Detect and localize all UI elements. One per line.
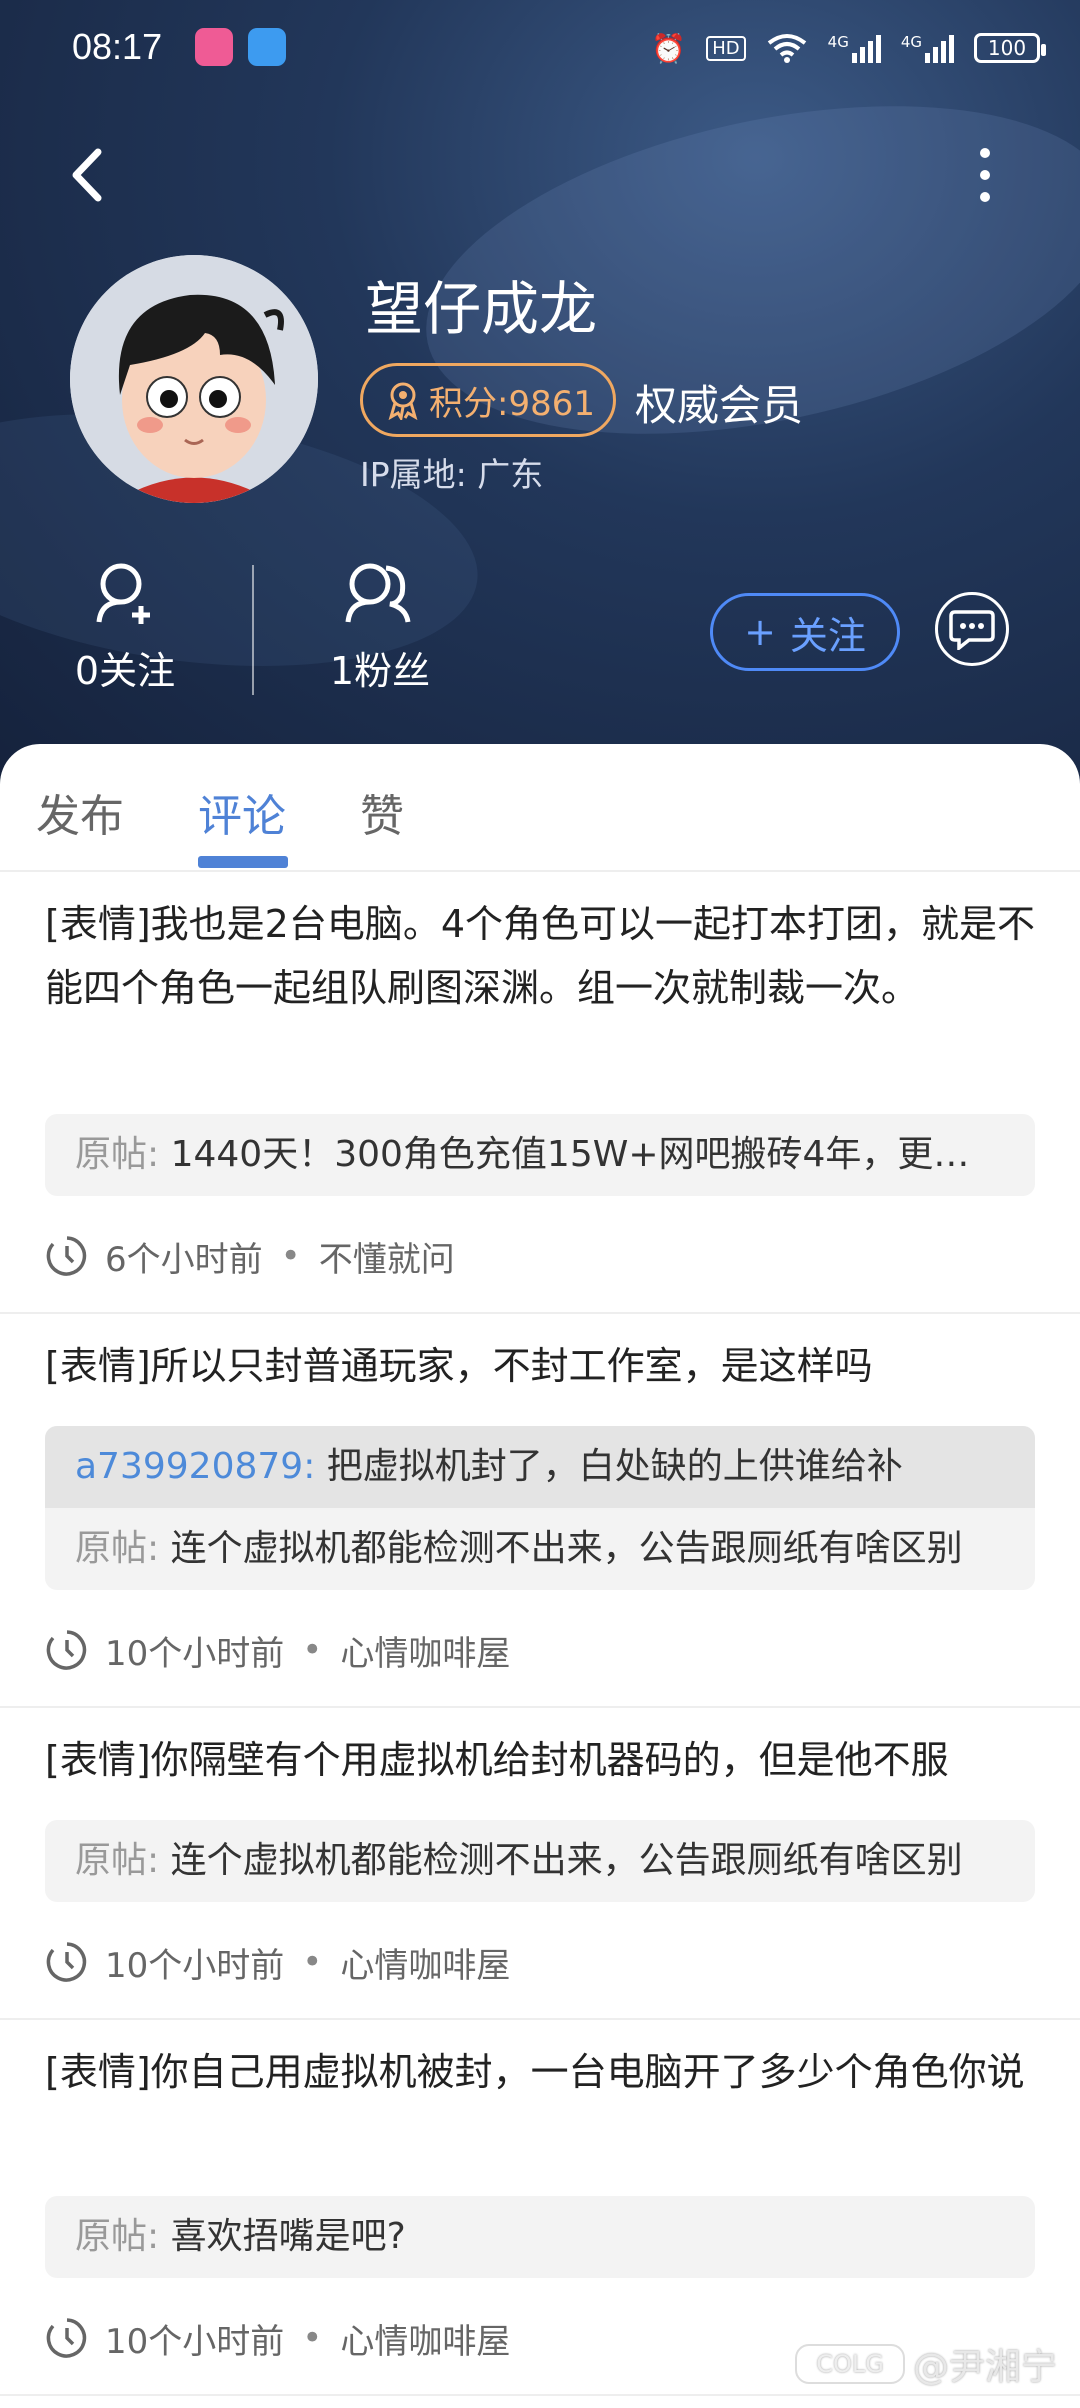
quote-prefix: 原帖: (75, 1134, 160, 1175)
stat-divider (252, 565, 254, 695)
original-post-quote[interactable]: 原帖: 连个虚拟机都能检测不出来，公告跟厕纸有啥区别 (45, 1820, 1035, 1902)
users-icon (345, 563, 411, 623)
cartoon-avatar-image (70, 255, 318, 503)
meta-separator: • (280, 1236, 301, 1276)
comment-item[interactable]: [表情]你隔壁有个用虚拟机给封机器码的，但是他不服 原帖: 连个虚拟机都能检测不… (0, 1708, 1080, 2020)
tab-comments[interactable]: 评论 (198, 780, 286, 844)
clock-icon (46, 1630, 87, 1670)
fans-stat[interactable]: 1粉丝 (310, 560, 450, 695)
more-dot-icon (980, 192, 990, 202)
more-options-button[interactable] (960, 140, 1010, 210)
follow-button-label: 关注 (789, 613, 866, 658)
watermark: COLG @尹湘宁 (795, 2338, 1057, 2390)
ip-location: IP属地: 广东 (360, 455, 544, 494)
battery-icon: 100 (974, 33, 1046, 63)
comment-board[interactable]: 心情咖啡屋 (340, 2314, 510, 2363)
comment-item[interactable]: [表情]我也是2台电脑。4个角色可以一起打本打团，就是不能四个角色一起组队刷图深… (0, 872, 1080, 1314)
comment-board[interactable]: 不懂就问 (319, 1232, 455, 1281)
comment-time: 10个小时前 (105, 1945, 285, 1986)
quote-text: 1440天！300角色充值15W+网吧搬砖4年，更新后被封号 (170, 1134, 1035, 1175)
meta-separator: • (302, 2318, 323, 2358)
comment-meta: 6个小时前 • 不懂就问 (45, 1232, 455, 1280)
quote-prefix: 原帖: (75, 1840, 160, 1881)
original-post-quote[interactable]: a739920879: 把虚拟机封了，白处缺的上供谁给补 原帖: 连个虚拟机都能… (45, 1426, 1035, 1590)
meta-separator: • (302, 1630, 323, 1670)
status-icons: ⏰ HD 4G 4G 100 (651, 26, 1046, 70)
original-post-quote[interactable]: 原帖: 1440天！300角色充值15W+网吧搬砖4年，更新后被封号 (45, 1114, 1035, 1196)
comment-time: 6个小时前 (105, 1239, 263, 1280)
quote-prefix: 原帖: (75, 1528, 160, 1569)
comment-board[interactable]: 心情咖啡屋 (340, 1626, 510, 1675)
status-bar: 08:17 ⏰ HD 4G 4G 100 (0, 0, 1080, 96)
comment-text: [表情]我也是2台电脑。4个角色可以一起打本打团，就是不能四个角色一起组队刷图深… (45, 902, 1036, 1010)
wifi-icon (767, 34, 806, 63)
clock-icon (46, 1942, 87, 1982)
score-value: 积分:9861 (429, 383, 595, 424)
following-count: 0关注 (74, 649, 176, 693)
quote-text: 连个虚拟机都能检测不出来，公告跟厕纸有啥区别 (170, 1840, 963, 1881)
signal-1-icon: 4G (828, 33, 881, 63)
alarm-icon: ⏰ (651, 31, 687, 65)
tab-posts[interactable]: 发布 (36, 780, 124, 844)
original-post-quote[interactable]: 原帖: 喜欢捂嘴是吧? (45, 2196, 1035, 2278)
watermark-text: @尹湘宁 (913, 2347, 1058, 2388)
quote-text: 喜欢捂嘴是吧? (170, 2216, 406, 2257)
comment-item[interactable]: [表情]所以只封普通玩家，不封工作室，是这样吗 a739920879: 把虚拟机… (0, 1314, 1080, 1708)
more-dot-icon (980, 148, 990, 158)
membership-level: 权威会员 (635, 381, 804, 430)
quote-prefix: 原帖: (75, 2216, 160, 2257)
status-time: 08:17 (72, 26, 163, 67)
content-card: 发布 评论 赞 [表情]我也是2台电脑。4个角色可以一起打本打团，就是不能四个角… (0, 744, 1080, 2408)
weather-notification-icon (248, 28, 286, 66)
reply-text: 把虚拟机封了，白处缺的上供谁给补 (326, 1446, 903, 1487)
tab-likes[interactable]: 赞 (360, 780, 404, 844)
comment-meta: 10个小时前 • 心情咖啡屋 (45, 1938, 510, 1986)
follow-button[interactable]: + 关注 (710, 593, 900, 671)
message-button[interactable] (935, 592, 1009, 666)
plus-icon: + (744, 610, 776, 654)
quote-text: 连个虚拟机都能检测不出来，公告跟厕纸有啥区别 (170, 1528, 963, 1569)
comment-text: [表情]所以只封普通玩家，不封工作室，是这样吗 (45, 1344, 873, 1388)
meta-separator: • (302, 1942, 323, 1982)
profile-header: 08:17 ⏰ HD 4G 4G 100 望仔成龙 积分:9861 权威会员 I… (0, 0, 1080, 790)
colg-logo: COLG (795, 2344, 905, 2384)
signal-2-icon: 4G (901, 33, 954, 63)
comment-meta: 10个小时前 • 心情咖啡屋 (45, 1626, 510, 1674)
reply-username[interactable]: a739920879: (75, 1446, 315, 1487)
comment-text: [表情]你自己用虚拟机被封，一台电脑开了多少个角色你说 (45, 2050, 1025, 2094)
chevron-left-icon (72, 148, 102, 202)
avatar[interactable] (70, 255, 318, 503)
user-add-icon (96, 563, 150, 624)
fans-count: 1粉丝 (329, 649, 431, 693)
medal-icon (388, 382, 418, 420)
clock-icon (46, 2318, 87, 2358)
score-badge[interactable]: 积分:9861 (360, 363, 616, 437)
hd-icon: HD (706, 35, 746, 61)
more-dot-icon (980, 170, 990, 180)
back-button[interactable] (60, 140, 120, 210)
comment-board[interactable]: 心情咖啡屋 (340, 1938, 510, 1987)
tab-bar: 发布 评论 赞 (0, 744, 1080, 872)
comment-time: 10个小时前 (105, 2321, 285, 2362)
clock-icon (46, 1236, 87, 1276)
comment-text: [表情]你隔壁有个用虚拟机给封机器码的，但是他不服 (45, 1738, 949, 1782)
chat-bubble-icon (949, 610, 995, 650)
comment-time: 10个小时前 (105, 1633, 285, 1674)
active-tab-indicator (198, 856, 288, 868)
comment-meta: 10个小时前 • 心情咖啡屋 (45, 2314, 510, 2362)
app-notification-icon (195, 28, 233, 66)
following-stat[interactable]: 0关注 (60, 560, 190, 695)
profile-name: 望仔成龙 (365, 275, 598, 343)
